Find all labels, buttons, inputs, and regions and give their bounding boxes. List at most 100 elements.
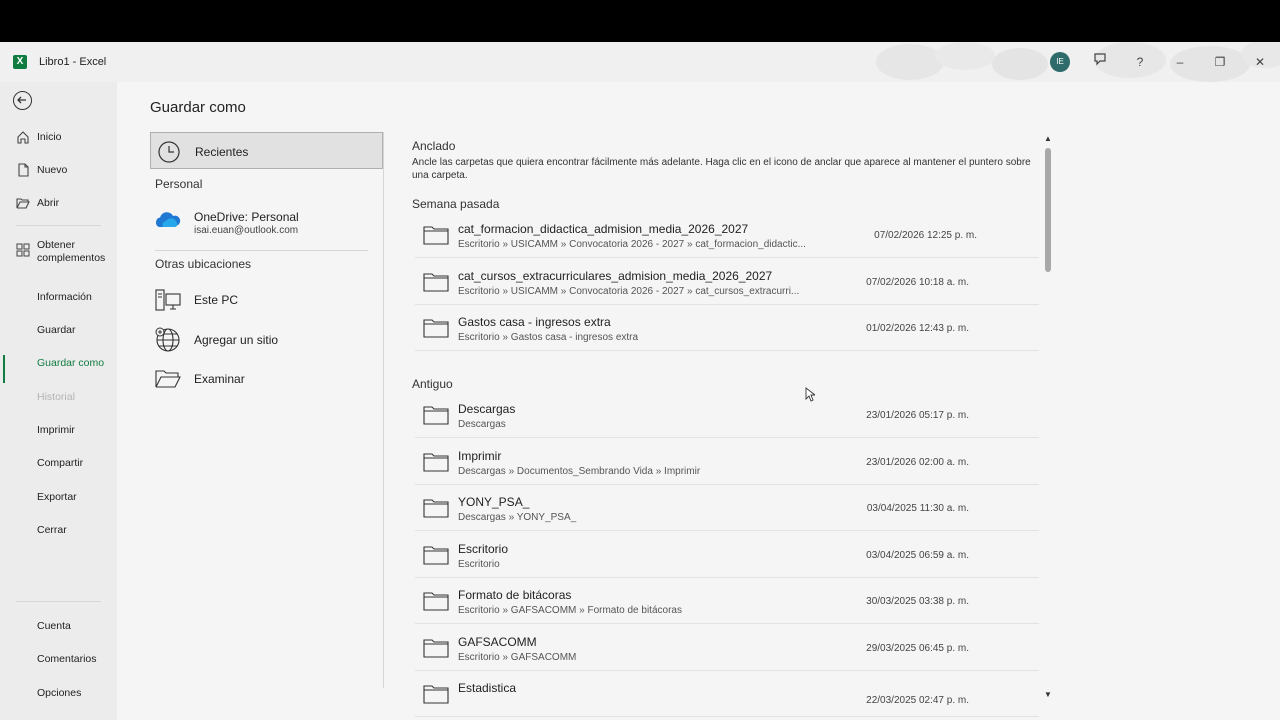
folder-icon bbox=[423, 499, 449, 518]
location-onedrive[interactable]: OneDrive: Personal isai.euan@outlook.com bbox=[150, 203, 370, 243]
open-folder-icon bbox=[16, 198, 30, 209]
folder-date: 07/02/2026 10:18 a. m. bbox=[866, 277, 969, 288]
folder-name: Gastos casa - ingresos extra bbox=[458, 315, 611, 329]
location-label: Recientes bbox=[195, 145, 249, 159]
restore-icon[interactable]: ❐ bbox=[1210, 52, 1230, 72]
nav-item-imprimir[interactable]: Imprimir bbox=[0, 415, 117, 445]
nav-item-cuenta[interactable]: Cuenta bbox=[0, 611, 117, 641]
location-agregar-sitio[interactable]: Agregar un sitio bbox=[150, 322, 370, 358]
nav-item-label: Comentarios bbox=[37, 653, 97, 665]
onedrive-cloud-icon bbox=[155, 212, 181, 227]
location-examinar[interactable]: Examinar bbox=[150, 361, 370, 397]
nav-item-compartir[interactable]: Compartir bbox=[0, 448, 117, 478]
nav-item-guardar-como[interactable]: Guardar como bbox=[0, 348, 117, 383]
folder-name: Escritorio bbox=[458, 542, 509, 556]
nav-item-label: Guardar como bbox=[37, 357, 105, 369]
feedback-icon[interactable] bbox=[1090, 52, 1110, 72]
folder-row[interactable]: YONY_PSA_ Descargas » YONY_PSA_ 03/04/20… bbox=[415, 485, 1039, 531]
minimize-icon[interactable]: – bbox=[1170, 52, 1190, 72]
nav-item-label: Inicio bbox=[37, 131, 62, 143]
location-label: Examinar bbox=[194, 372, 245, 386]
home-icon bbox=[17, 131, 29, 144]
folder-name: YONY_PSA_ bbox=[458, 495, 530, 509]
recent-folders: Anclado Ancle las carpetas que quiera en… bbox=[412, 132, 1042, 720]
folder-date: 29/03/2025 06:45 p. m. bbox=[866, 643, 969, 654]
folder-row[interactable]: Escritorio Escritorio 03/04/2025 06:59 a… bbox=[415, 532, 1039, 578]
title-bar: X Libro1 - Excel IE ? – ❐ ✕ bbox=[0, 42, 1280, 82]
backstage-nav: Inicio Nuevo Abrir Obtener complementos … bbox=[0, 82, 117, 720]
files-scrollbar[interactable]: ▲ ▼ bbox=[1043, 134, 1053, 702]
folder-row[interactable]: Descargas Descargas 23/01/2026 05:17 p. … bbox=[415, 392, 1039, 438]
folder-date: 22/03/2025 02:47 p. m. bbox=[866, 695, 969, 706]
nav-item-label: Información bbox=[37, 291, 92, 303]
nav-item-label: Opciones bbox=[37, 687, 82, 699]
folder-date: 03/04/2025 06:59 a. m. bbox=[866, 550, 969, 561]
nav-item-informacion[interactable]: Información bbox=[0, 282, 117, 312]
globe-add-icon bbox=[155, 327, 180, 352]
folder-icon bbox=[423, 685, 449, 704]
scrollbar-thumb[interactable] bbox=[1045, 148, 1051, 272]
section-antiguo: Antiguo bbox=[412, 377, 453, 391]
locations-divider bbox=[155, 250, 368, 251]
nav-item-guardar[interactable]: Guardar bbox=[0, 315, 117, 345]
back-arrow-icon[interactable] bbox=[13, 91, 32, 110]
page-title: Guardar como bbox=[150, 99, 246, 116]
folder-name: cat_cursos_extracurriculares_admision_me… bbox=[458, 269, 773, 283]
folder-date: 01/02/2026 12:43 p. m. bbox=[866, 323, 969, 334]
close-icon[interactable]: ✕ bbox=[1250, 52, 1270, 72]
folder-icon bbox=[423, 592, 449, 611]
folder-row[interactable]: Gastos casa - ingresos extra Escritorio … bbox=[415, 305, 1039, 351]
folder-row[interactable]: cat_formacion_didactica_admision_media_2… bbox=[415, 212, 1039, 258]
nav-item-label: Nuevo bbox=[37, 164, 68, 176]
nav-item-label: Cuenta bbox=[37, 620, 71, 632]
folder-name: GAFSACOMM bbox=[458, 635, 537, 649]
folder-path: Escritorio » GAFSACOMM » Formato de bitá… bbox=[458, 605, 682, 616]
folder-path: Descargas » YONY_PSA_ bbox=[458, 512, 577, 523]
folder-path: Escritorio » USICAMM » Convocatoria 2026… bbox=[458, 239, 806, 250]
addins-grid-icon bbox=[16, 243, 30, 257]
nav-item-exportar[interactable]: Exportar bbox=[0, 482, 117, 512]
nav-item-cerrar[interactable]: Cerrar bbox=[0, 515, 117, 545]
folder-icon bbox=[423, 639, 449, 658]
folder-date: 07/02/2026 12:25 p. m. bbox=[874, 230, 977, 241]
section-anclado: Anclado bbox=[412, 139, 456, 153]
folder-row[interactable]: Formato de bitácoras Escritorio » GAFSAC… bbox=[415, 578, 1039, 624]
nav-item-label: Historial bbox=[37, 391, 75, 403]
folder-icon bbox=[423, 273, 449, 292]
window-title: Libro1 - Excel bbox=[39, 56, 107, 68]
location-este-pc[interactable]: Este PC bbox=[150, 282, 370, 318]
nav-item-opciones[interactable]: Opciones bbox=[0, 678, 117, 708]
folder-name: cat_formacion_didactica_admision_media_2… bbox=[458, 222, 749, 236]
folder-date: 23/01/2026 05:17 p. m. bbox=[866, 410, 969, 421]
mouse-cursor-icon bbox=[805, 387, 815, 402]
nav-divider bbox=[16, 601, 101, 602]
section-personal: Personal bbox=[155, 177, 203, 191]
new-document-icon bbox=[18, 163, 29, 177]
location-recientes[interactable]: Recientes bbox=[150, 132, 383, 169]
folder-path: Escritorio » Gastos casa - ingresos extr… bbox=[458, 332, 639, 343]
nav-item-comentarios[interactable]: Comentarios bbox=[0, 644, 117, 674]
scroll-down-icon[interactable]: ▼ bbox=[1044, 690, 1052, 699]
excel-backstage: X Libro1 - Excel IE ? – ❐ ✕ Inicio Nuevo… bbox=[0, 42, 1280, 720]
folder-row[interactable]: GAFSACOMM Escritorio » GAFSACOMM 29/03/2… bbox=[415, 625, 1039, 671]
account-avatar[interactable]: IE bbox=[1050, 52, 1070, 72]
nav-item-abrir[interactable]: Abrir bbox=[0, 188, 117, 218]
nav-item-nuevo[interactable]: Nuevo bbox=[0, 155, 117, 185]
nav-item-obtener-complementos[interactable]: Obtener complementos bbox=[0, 235, 117, 271]
location-label: OneDrive: Personal bbox=[194, 210, 299, 224]
computer-icon bbox=[155, 289, 181, 311]
scroll-up-icon[interactable]: ▲ bbox=[1044, 134, 1052, 143]
browse-folder-icon bbox=[155, 370, 181, 388]
folder-name: Imprimir bbox=[458, 449, 502, 463]
folder-row[interactable]: Estadistica 22/03/2025 02:47 p. m. bbox=[415, 671, 1039, 717]
nav-item-label: Abrir bbox=[37, 197, 60, 209]
nav-item-inicio[interactable]: Inicio bbox=[0, 122, 117, 152]
clock-icon bbox=[158, 141, 180, 163]
folder-path: Descargas bbox=[458, 419, 506, 430]
folder-row[interactable]: Imprimir Descargas » Documentos_Sembrand… bbox=[415, 439, 1039, 485]
nav-item-label: Guardar bbox=[37, 324, 76, 336]
folder-icon bbox=[423, 406, 449, 425]
help-icon[interactable]: ? bbox=[1130, 52, 1150, 72]
folder-row[interactable]: cat_cursos_extracurriculares_admision_me… bbox=[415, 259, 1039, 305]
location-label: Agregar un sitio bbox=[194, 333, 279, 347]
